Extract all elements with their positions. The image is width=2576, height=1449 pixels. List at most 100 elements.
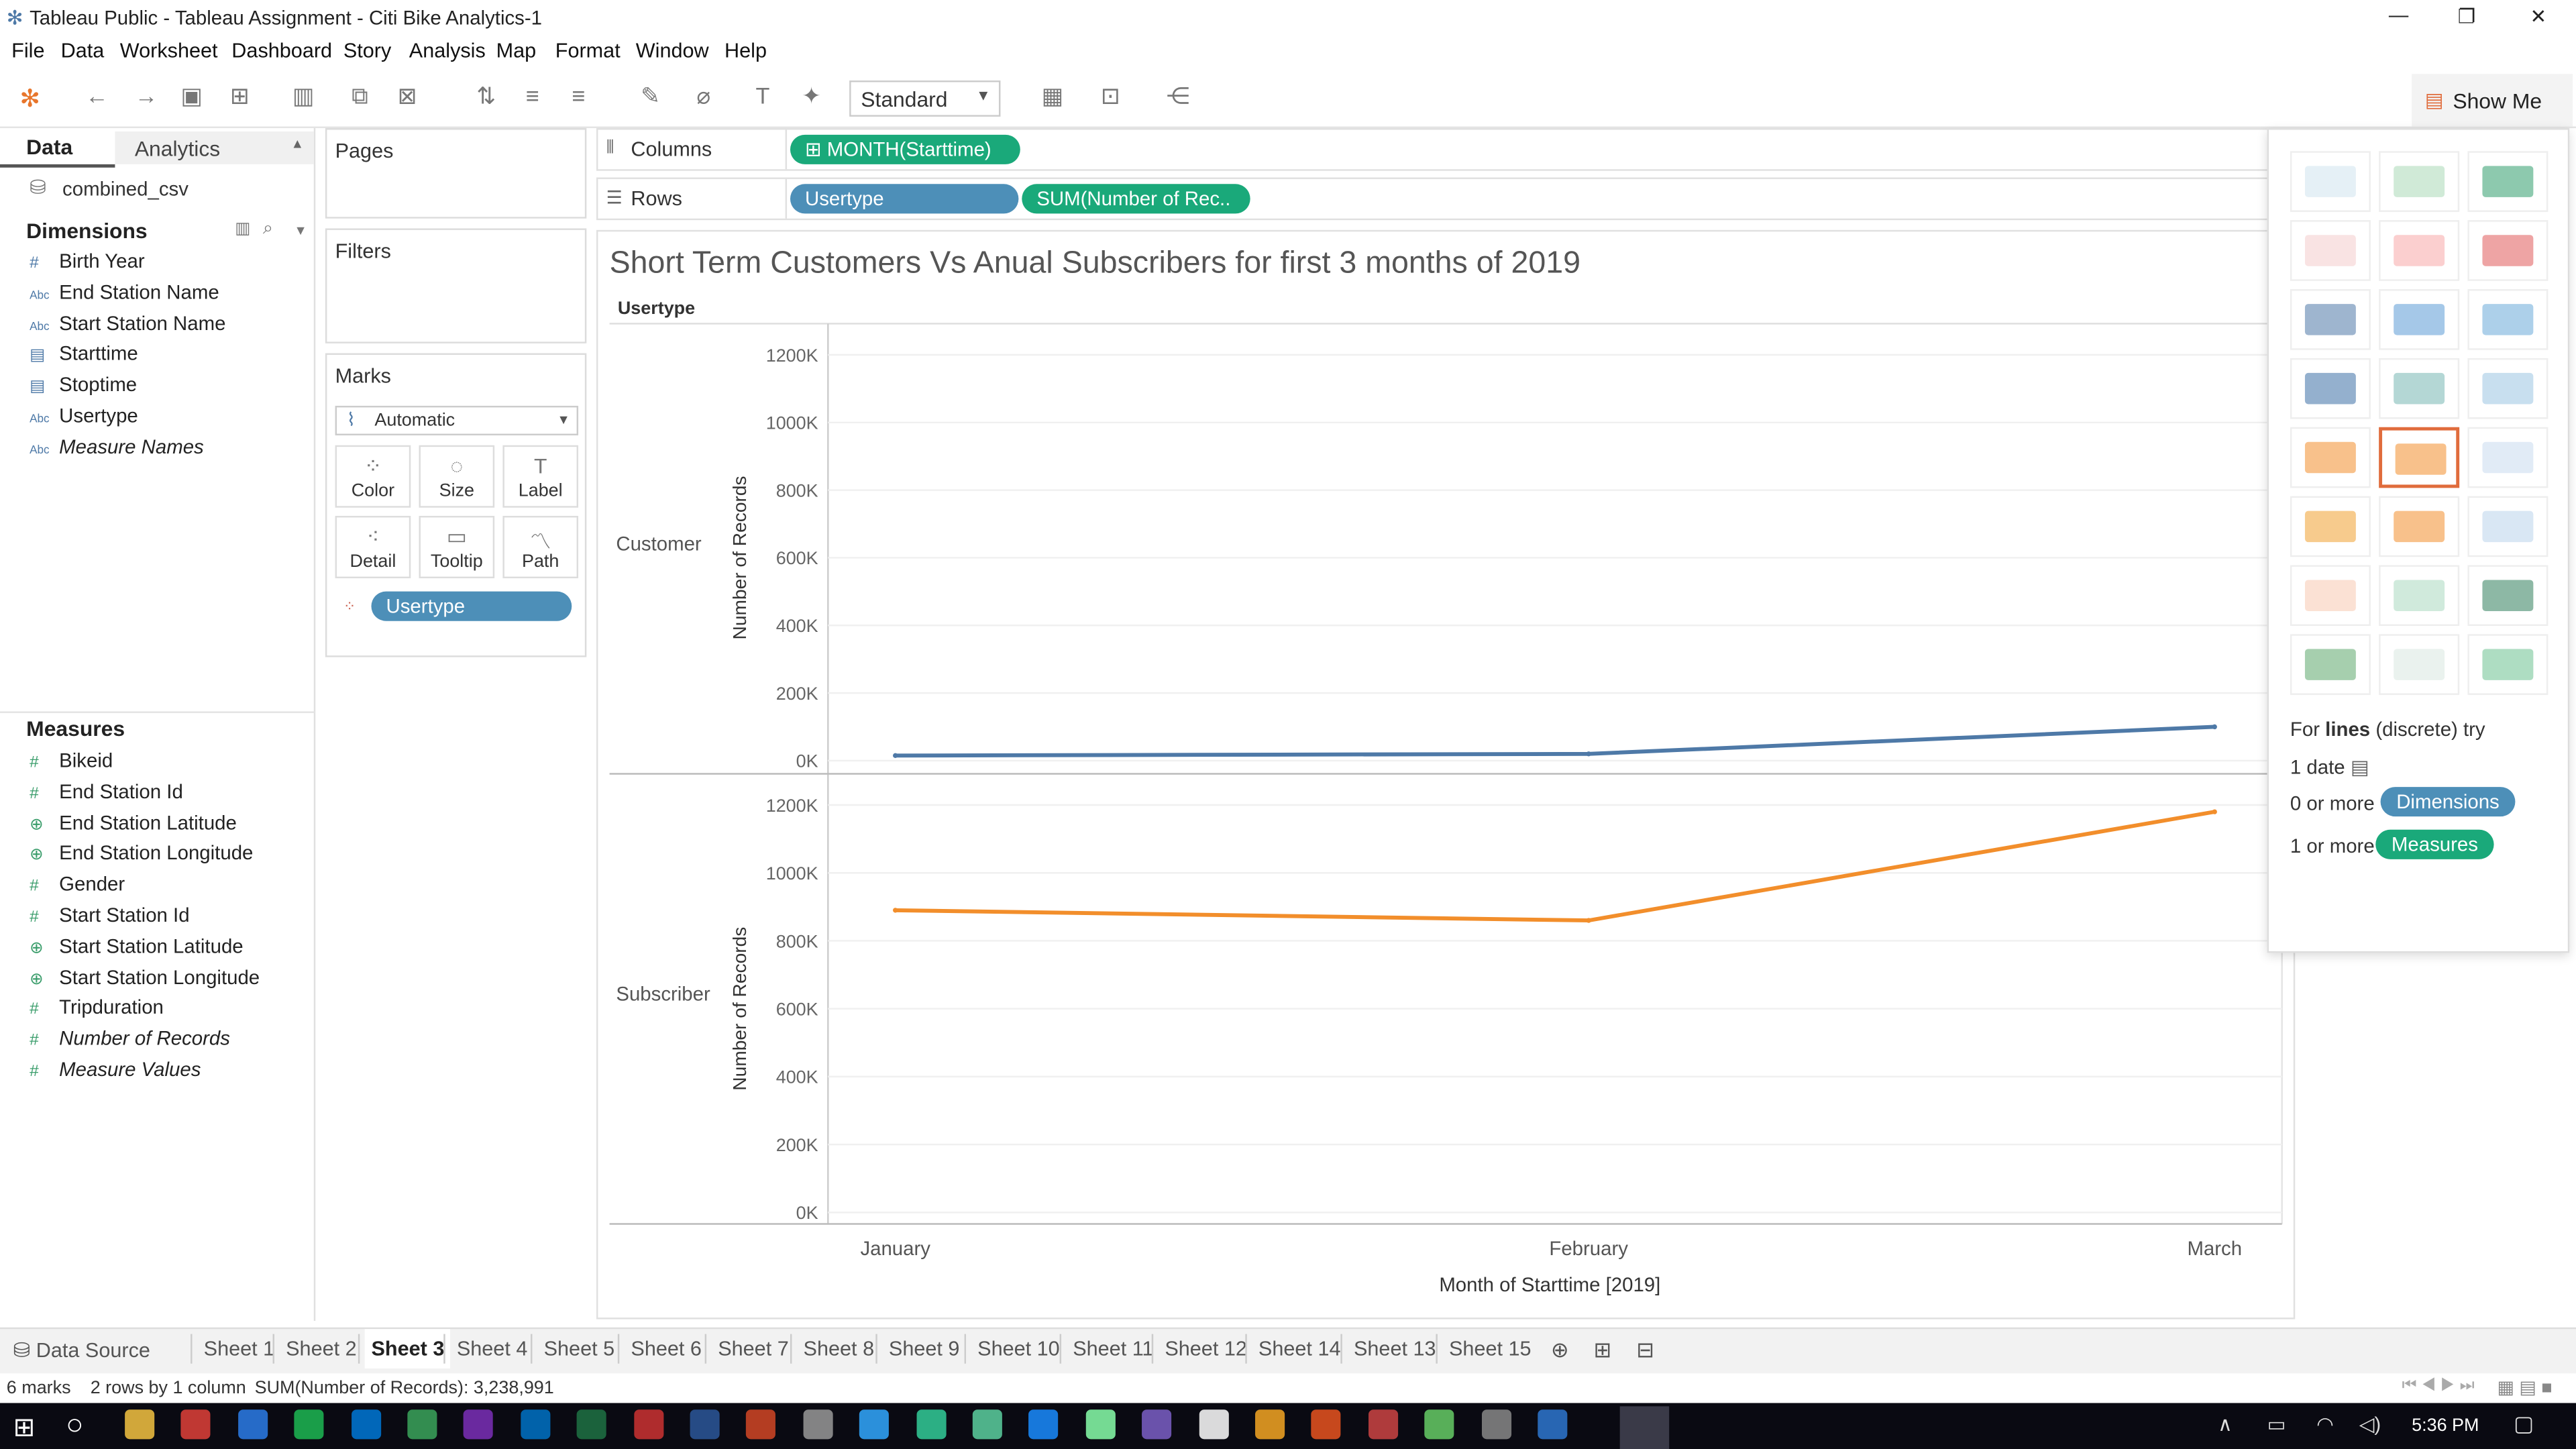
- sheet-tab[interactable]: Sheet 15: [1449, 1337, 1532, 1360]
- chart-type-thumbnail[interactable]: [2379, 151, 2460, 212]
- taskbar-app-icon[interactable]: [351, 1409, 381, 1440]
- sheet-tab[interactable]: Sheet 5: [544, 1337, 615, 1360]
- chart-type-thumbnail[interactable]: [2467, 496, 2548, 557]
- new-story-icon[interactable]: ⊟: [1636, 1337, 1654, 1363]
- series-line-subscriber[interactable]: [895, 810, 2215, 923]
- windows-taskbar: ⊞ ○ ∧ ▭ ◠ ◁) 5:36 PM ▢: [0, 1403, 2576, 1449]
- taskbar-app-icon[interactable]: [1481, 1409, 1511, 1440]
- tab-navigation-icon[interactable]: ⏮ ◀ ▶ ⏭: [2402, 1377, 2474, 1395]
- data-point[interactable]: [2212, 809, 2217, 814]
- sheet-tab[interactable]: Sheet 12: [1165, 1337, 1247, 1360]
- wifi-icon[interactable]: ◠: [2316, 1413, 2334, 1436]
- taskbar-app-icon[interactable]: [1368, 1409, 1398, 1440]
- chart-type-thumbnail[interactable]: [2379, 289, 2460, 350]
- row-header-customer: Customer: [616, 533, 702, 555]
- sheet-tab[interactable]: Sheet 11: [1073, 1337, 1153, 1360]
- chart-type-thumbnail[interactable]: [2290, 151, 2371, 212]
- tab-divider: [1340, 1334, 1342, 1364]
- taskbar-app-icon[interactable]: [407, 1409, 437, 1440]
- chart-type-preview: [2394, 372, 2445, 405]
- chart-type-thumbnail[interactable]: [2290, 634, 2371, 695]
- taskbar-app-icon[interactable]: [1085, 1409, 1116, 1440]
- chart-type-thumbnail[interactable]: [2379, 220, 2460, 281]
- volume-icon[interactable]: ◁): [2359, 1413, 2381, 1436]
- chart-type-thumbnail[interactable]: [2379, 634, 2460, 695]
- chart-type-thumbnail[interactable]: [2467, 358, 2548, 419]
- taskbar-app-icon[interactable]: [181, 1409, 211, 1440]
- notifications-icon[interactable]: ▢: [2514, 1411, 2534, 1438]
- chart-type-thumbnail[interactable]: [2290, 565, 2371, 627]
- data-point[interactable]: [893, 753, 898, 758]
- chart-type-thumbnail[interactable]: [2467, 289, 2548, 350]
- taskbar-app-icon[interactable]: [1311, 1409, 1342, 1440]
- taskbar-app-icon[interactable]: [125, 1409, 155, 1440]
- sheet-tab[interactable]: Sheet 10: [977, 1337, 1060, 1360]
- taskbar-app-icon[interactable]: [294, 1409, 324, 1440]
- taskbar-app-icon[interactable]: [1142, 1409, 1172, 1440]
- sheet-tab[interactable]: Sheet 1: [204, 1337, 275, 1360]
- status-marks: 6 marks: [6, 1378, 71, 1399]
- sheet-tab[interactable]: Sheet 13: [1354, 1337, 1436, 1360]
- windows-start-icon[interactable]: ⊞: [13, 1411, 36, 1444]
- data-point[interactable]: [2212, 724, 2217, 730]
- data-point[interactable]: [893, 908, 898, 913]
- series-line-customer[interactable]: [895, 724, 2215, 758]
- taskbar-app-icon[interactable]: [916, 1409, 946, 1440]
- taskbar-app-icon[interactable]: [577, 1409, 607, 1440]
- chart-type-thumbnail[interactable]: [2290, 358, 2371, 419]
- chart-type-thumbnail[interactable]: [2467, 427, 2548, 488]
- taskbar-app-icon[interactable]: [859, 1409, 890, 1440]
- taskbar-app-icon[interactable]: [746, 1409, 776, 1440]
- sheet-tab[interactable]: Sheet 9: [889, 1337, 960, 1360]
- tray-chevron-icon[interactable]: ∧: [2218, 1413, 2233, 1436]
- sheet-tab[interactable]: Sheet 3: [364, 1329, 451, 1369]
- new-dashboard-icon[interactable]: ⊞: [1594, 1337, 1612, 1363]
- chart-type-preview: [2482, 441, 2534, 474]
- chart-type-thumbnail[interactable]: [2379, 427, 2460, 488]
- taskbar-app-icon[interactable]: [633, 1409, 663, 1440]
- sheet-tab[interactable]: Sheet 4: [457, 1337, 528, 1360]
- chart-type-thumbnail[interactable]: [2467, 634, 2548, 695]
- y-tick-label: 1000K: [766, 863, 818, 883]
- taskbar-app-icon[interactable]: [1424, 1409, 1454, 1440]
- chart-type-preview: [2482, 166, 2534, 197]
- chart-type-thumbnail[interactable]: [2290, 220, 2371, 281]
- data-source-tab[interactable]: ⛁ Data Source: [13, 1337, 150, 1362]
- data-point[interactable]: [1586, 751, 1591, 757]
- status-dims: 2 rows by 1 column: [90, 1378, 246, 1399]
- chart-type-thumbnail[interactable]: [2290, 496, 2371, 557]
- taskbar-app-icon[interactable]: [972, 1409, 1002, 1440]
- taskbar-app-icon[interactable]: [690, 1409, 720, 1440]
- clock: 5:36 PM: [2412, 1416, 2479, 1436]
- chart-type-thumbnail[interactable]: [2467, 151, 2548, 212]
- taskbar-app-icon[interactable]: [803, 1409, 833, 1440]
- chart-type-thumbnail[interactable]: [2379, 496, 2460, 557]
- taskbar-app-icon[interactable]: [520, 1409, 550, 1440]
- sheet-tab[interactable]: Sheet 8: [804, 1337, 875, 1360]
- chart-type-thumbnail[interactable]: [2379, 358, 2460, 419]
- taskbar-app-icon[interactable]: [237, 1409, 268, 1440]
- chart-type-thumbnail[interactable]: [2379, 565, 2460, 627]
- taskbar-app-icon[interactable]: [464, 1409, 494, 1440]
- taskbar-app-icon[interactable]: [1198, 1409, 1228, 1440]
- taskbar-app-icon[interactable]: [1538, 1409, 1568, 1440]
- sheet-tab[interactable]: Sheet 14: [1258, 1337, 1341, 1360]
- sheet-tab[interactable]: Sheet 2: [286, 1337, 357, 1360]
- cortana-search-icon[interactable]: ○: [66, 1408, 84, 1442]
- chart-type-preview: [2304, 441, 2356, 474]
- line-chart: 1200K 1000K 800K 600K 400K 200K 0K Number of Re…: [609, 323, 2283, 1260]
- chart-type-thumbnail[interactable]: [2467, 220, 2548, 281]
- new-sheet-icon[interactable]: ⊕: [1551, 1337, 1569, 1363]
- show-me-hint: For lines (discrete) try: [2290, 718, 2485, 741]
- taskbar-app-icon[interactable]: [1255, 1409, 1285, 1440]
- sheet-tab[interactable]: Sheet 7: [718, 1337, 789, 1360]
- chart-type-thumbnail[interactable]: [2290, 289, 2371, 350]
- taskbar-app-icon[interactable]: [1029, 1409, 1059, 1440]
- sheet-tab[interactable]: Sheet 6: [631, 1337, 702, 1360]
- chart-type-preview: [2482, 649, 2534, 680]
- chart-type-thumbnail[interactable]: [2290, 427, 2371, 488]
- sheet-sorter-icon[interactable]: ▦ ▤ ■: [2497, 1377, 2552, 1398]
- chart-type-thumbnail[interactable]: [2467, 565, 2548, 627]
- status-bar: 6 marks 2 rows by 1 column SUM(Number of…: [0, 1373, 2576, 1403]
- data-point[interactable]: [1586, 918, 1591, 923]
